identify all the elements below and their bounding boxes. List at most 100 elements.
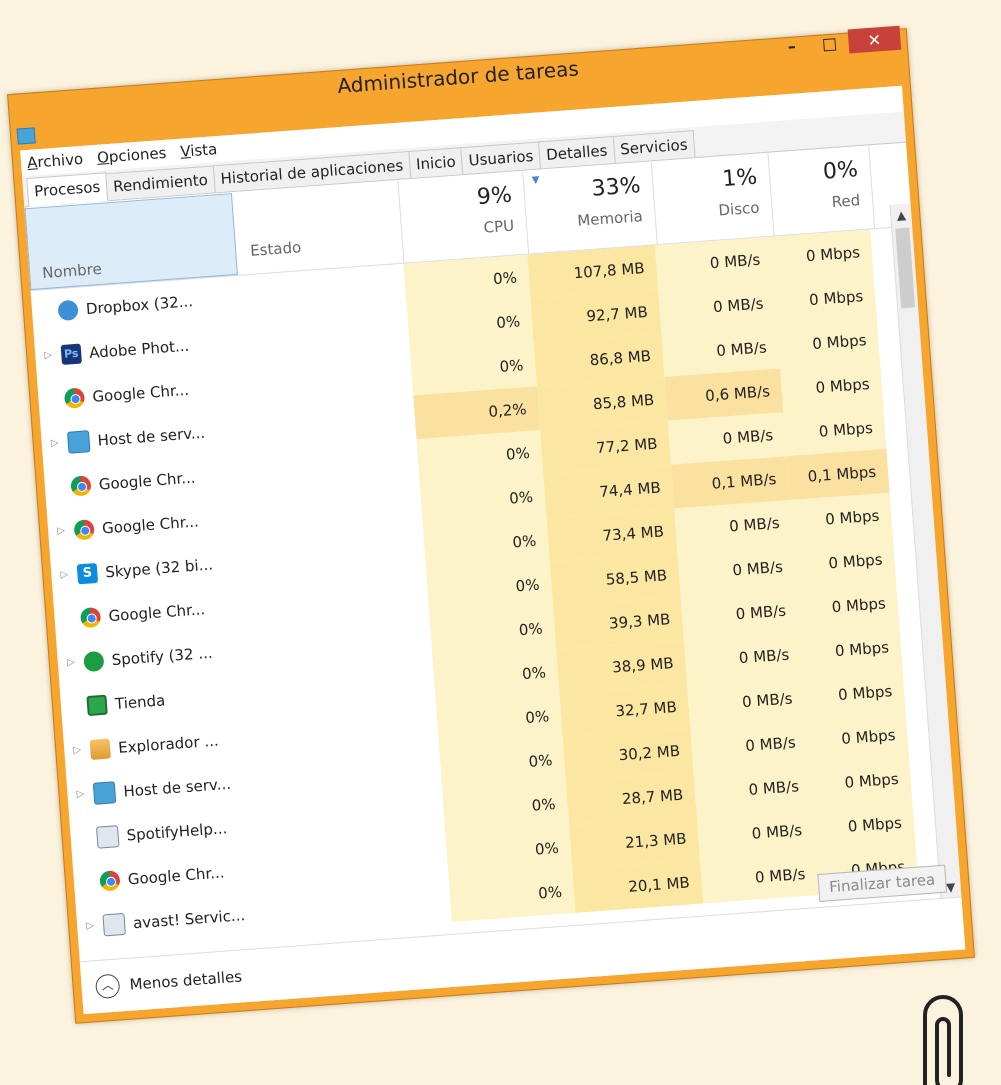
process-network-cell: 0,1 Mbps [786,448,890,501]
menu-archivo[interactable]: Archivo [26,146,84,176]
generic-app-icon [102,912,126,937]
column-header-nombre[interactable]: Nombre [24,193,238,291]
process-name: Tienda [114,691,166,713]
process-name: Skype (32 bi... [104,555,214,582]
process-network-cell: 0 Mbps [802,668,906,720]
expand-chevron-icon[interactable]: ▷ [48,421,61,466]
expand-chevron-icon[interactable]: ▷ [42,334,55,379]
process-network-cell: 0 Mbps [806,712,909,764]
column-header-disco[interactable]: 1% Disco [651,153,775,245]
expand-chevron-icon[interactable]: ▷ [58,553,71,598]
column-header-memoria[interactable]: ▼ 33% Memoria [523,162,658,254]
expand-placeholder [53,487,63,488]
process-name: Host de serv... [122,774,232,801]
column-label-memoria: Memoria [576,207,644,230]
process-name: Explorador ... [117,731,220,757]
expand-placeholder [47,399,57,400]
tab-usuarios[interactable]: Usuarios [460,141,542,175]
generic-app-icon [95,825,120,849]
column-label-red: Red [831,191,861,212]
process-network-cell: 0 Mbps [799,624,903,676]
memory-total-percent: 33% [590,173,642,202]
column-label-cpu: CPU [482,216,515,237]
column-label-disco: Disco [717,198,761,220]
expand-placeholder [63,619,73,620]
process-cpu-cell: 0% [448,868,576,922]
maximize-button[interactable]: □ [810,30,850,57]
process-network-cell: 0 Mbps [796,580,900,632]
photoshop-icon: Ps [60,343,83,365]
process-network-cell: 0 Mbps [777,317,880,369]
explorer-icon [89,738,112,760]
column-label-nombre: Nombre [41,259,103,283]
process-rows: Dropbox (32... 0% 107,8 MB 0 MB/s 0 Mbps… [31,226,961,949]
column-header-estado[interactable]: Estado [231,180,405,275]
process-name: Dropbox (32... [85,292,194,319]
process-network-cell: 0 Mbps [789,492,893,544]
process-network-cell: 0 Mbps [812,799,916,852]
menu-vista[interactable]: Vista [179,136,218,165]
window-client: Archivo Opciones Vista Procesos Rendimie… [20,85,966,1015]
host-service-icon [66,430,91,454]
process-name: Google Chr... [98,468,197,494]
less-details-button[interactable]: ︿ Menos detalles [81,964,243,1000]
chrome-icon [70,475,92,497]
expand-placeholder [69,707,79,708]
network-total-percent: 0% [822,157,859,185]
process-name: Spotify (32 ... [111,643,214,670]
expand-chevron-icon[interactable]: ▷ [55,509,68,554]
sort-descending-icon: ▼ [531,174,540,187]
task-manager-window: Administrador de tareas – □ ✕ Archivo Op… [7,25,975,1024]
process-network-cell: 0 Mbps [793,536,897,588]
process-name: Google Chr... [127,863,226,889]
expand-chevron-icon[interactable]: ▷ [64,641,77,686]
close-button[interactable]: ✕ [847,25,902,54]
process-name: Google Chr... [91,380,190,406]
process-table: Nombre Estado 9% CPU ▼ 33% Memoria 1% Di… [24,143,962,963]
column-header-cpu[interactable]: 9% CPU [398,171,530,263]
process-name: Google Chr... [107,600,206,626]
process-name: Host de serv... [97,423,206,450]
process-disk-cell: 0 MB/s [699,851,819,904]
process-name: SpotifyHelp... [126,819,228,845]
process-memory-cell: 20,1 MB [572,859,704,913]
chrome-icon [79,606,102,629]
process-network-cell: 0 Mbps [780,361,884,413]
disk-total-percent: 1% [721,164,759,193]
process-network-cell: 0 Mbps [809,756,913,808]
chrome-icon [73,519,95,541]
less-details-label: Menos detalles [128,967,243,994]
host-service-icon [92,781,117,805]
task-manager-icon [16,127,36,145]
process-network-cell: 0 Mbps [783,404,887,457]
tab-inicio[interactable]: Inicio [408,147,464,178]
tab-procesos[interactable]: Procesos [26,172,109,208]
skype-icon: S [76,562,99,585]
dropbox-icon [57,299,79,322]
spotify-icon [83,650,105,673]
chrome-icon [63,387,86,409]
expand-chevron-icon[interactable]: ▷ [84,904,97,949]
expand-placeholder [40,312,50,313]
chevron-up-icon: ︿ [94,973,121,1000]
minimize-button[interactable]: – [772,32,812,59]
scroll-thumb[interactable] [895,227,916,309]
process-network-cell: 0 Mbps [770,229,874,281]
tab-detalles[interactable]: Detalles [538,135,616,169]
store-icon [86,694,108,717]
expand-placeholder [82,882,92,883]
column-header-red[interactable]: 0% Red [768,146,876,236]
column-label-estado: Estado [249,238,302,260]
scroll-up-icon[interactable]: ▲ [891,203,913,226]
chrome-icon [99,870,121,892]
cpu-total-percent: 9% [476,182,513,211]
process-name: Adobe Phot... [88,336,190,362]
expand-chevron-icon[interactable]: ▷ [74,772,87,817]
process-network-cell: 0 Mbps [773,273,877,325]
tab-servicios[interactable]: Servicios [612,130,696,163]
expand-chevron-icon[interactable]: ▷ [71,729,84,774]
process-name: avast! Servic... [132,906,246,933]
menu-opciones[interactable]: Opciones [96,140,167,171]
process-name: Google Chr... [101,512,200,538]
expand-placeholder [79,838,89,839]
